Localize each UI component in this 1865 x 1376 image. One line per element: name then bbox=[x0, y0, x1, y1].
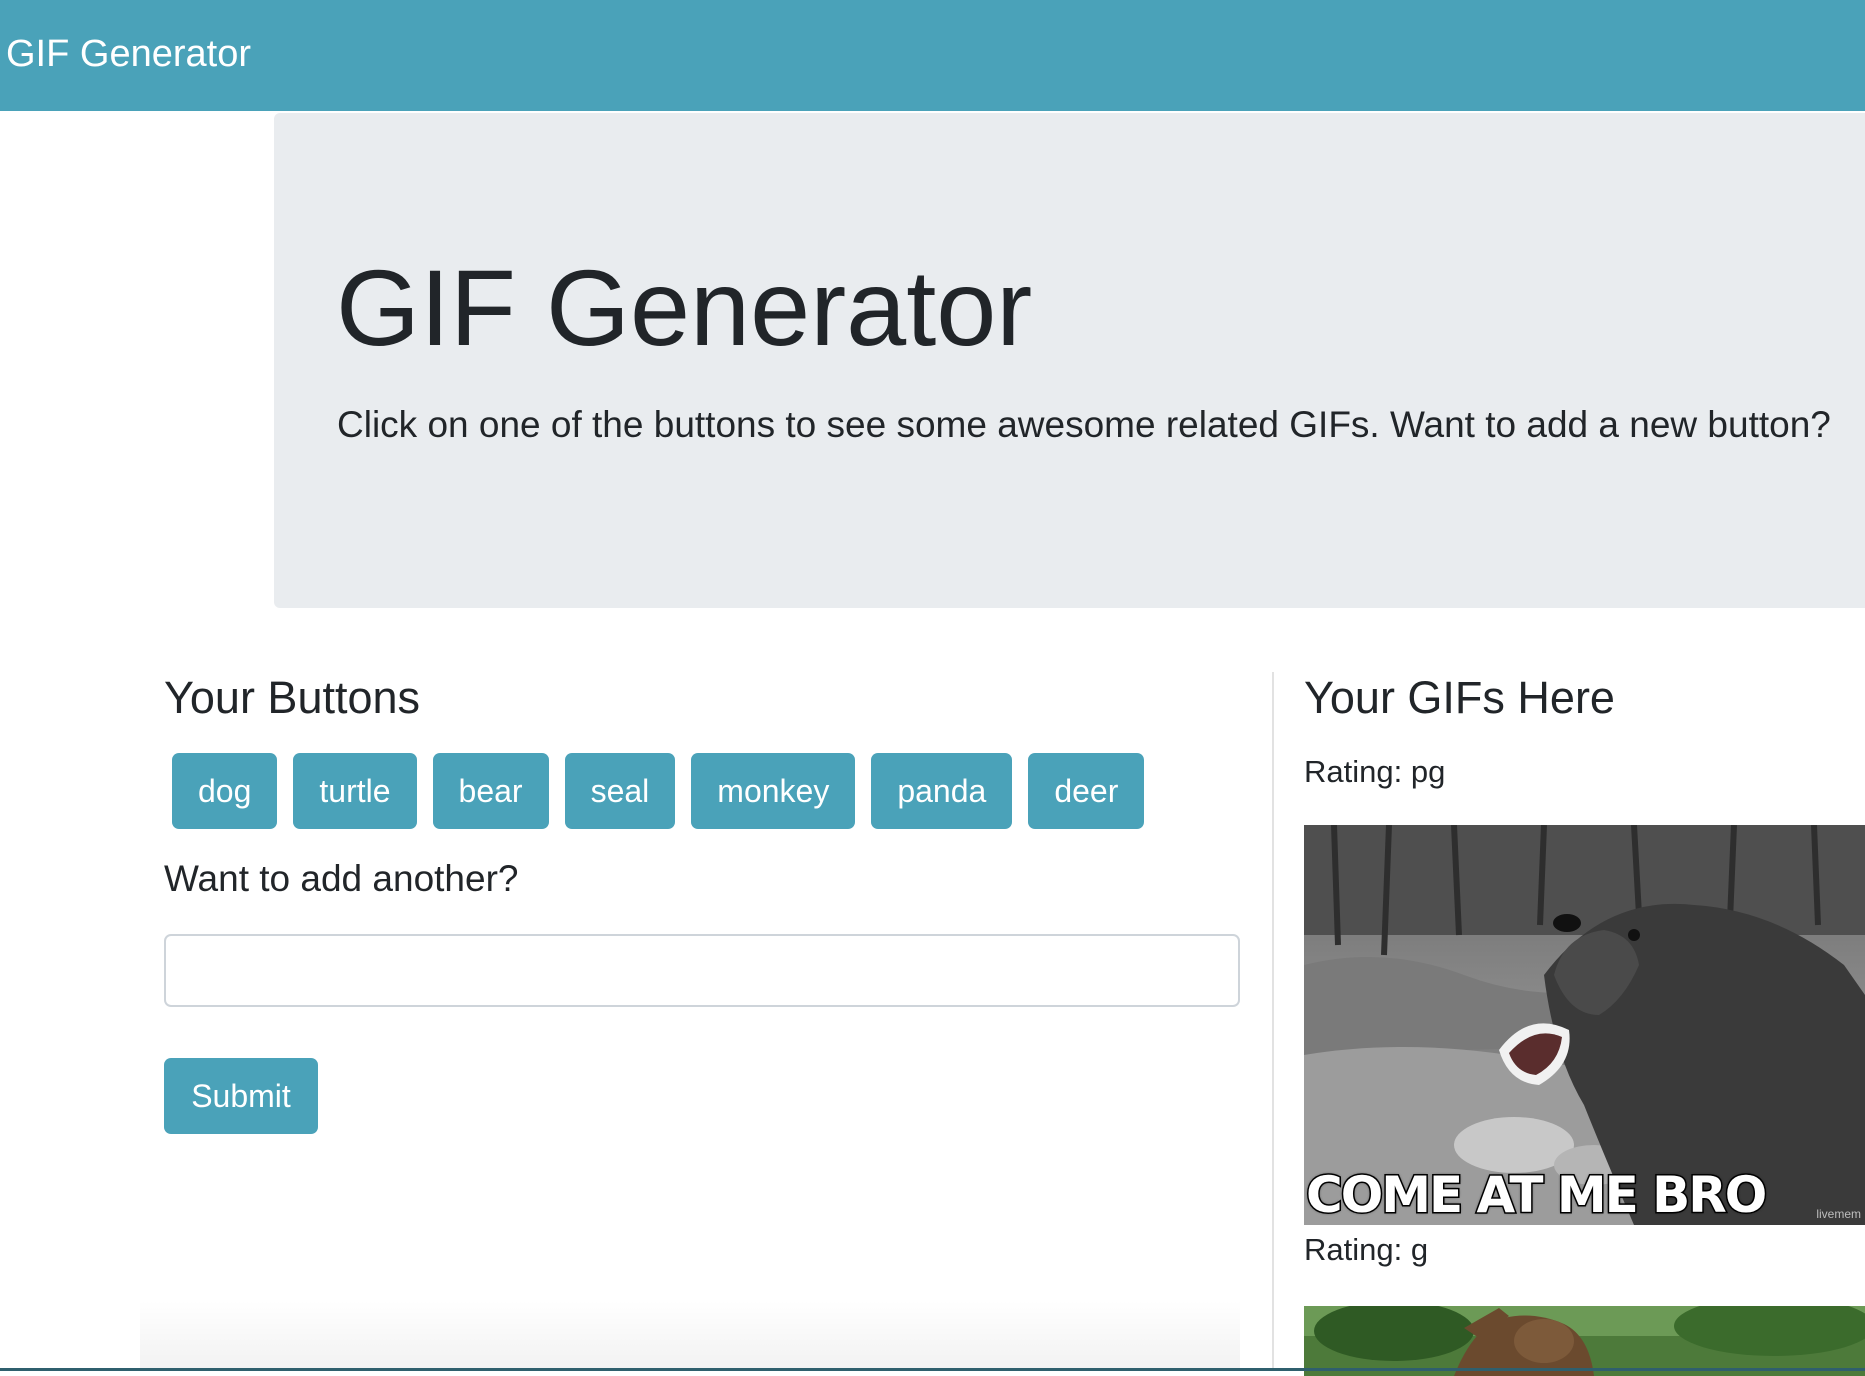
bottom-shadow bbox=[140, 1300, 1240, 1368]
gif-image-bear-2[interactable] bbox=[1304, 1306, 1865, 1376]
column-divider bbox=[1272, 672, 1274, 1371]
topic-button-turtle[interactable]: turtle bbox=[293, 753, 417, 829]
gif-rating: Rating: g bbox=[1304, 1232, 1429, 1267]
add-topic-title: Want to add another? bbox=[164, 858, 519, 899]
new-topic-input[interactable] bbox=[164, 934, 1240, 1007]
navbar-brand[interactable]: GIF Generator bbox=[6, 32, 251, 76]
gif-caption-overlay: COME AT ME BRO livemem bbox=[1304, 1165, 1865, 1225]
topic-button-bear[interactable]: bear bbox=[432, 753, 549, 829]
buttons-section-title: Your Buttons bbox=[164, 672, 421, 723]
buttons-panel: Your Buttons dog turtle bear seal monkey… bbox=[164, 670, 1242, 1134]
jumbotron: GIF Generator Click on one of the button… bbox=[274, 113, 1865, 608]
topic-button-panda[interactable]: panda bbox=[871, 753, 1013, 829]
page-title: GIF Generator bbox=[336, 247, 1033, 368]
gif-rating: Rating: pg bbox=[1304, 754, 1446, 789]
gif-image-bear[interactable]: COME AT ME BRO livemem bbox=[1304, 825, 1865, 1225]
topic-button-monkey[interactable]: monkey bbox=[691, 753, 856, 829]
submit-button[interactable]: Submit bbox=[164, 1058, 318, 1134]
gifs-panel: Your GIFs Here Rating: pg COME AT ME BRO… bbox=[1304, 670, 1865, 1376]
gif-watermark: livemem bbox=[1816, 1207, 1861, 1221]
page-lead-text: Click on one of the buttons to see some … bbox=[337, 404, 1831, 445]
gif-caption: COME AT ME BRO bbox=[1304, 1166, 1768, 1225]
topic-button-deer[interactable]: deer bbox=[1028, 753, 1145, 829]
topic-button-row: dog turtle bear seal monkey panda deer bbox=[172, 753, 1145, 829]
gifs-section-title: Your GIFs Here bbox=[1304, 672, 1615, 723]
topic-button-seal[interactable]: seal bbox=[564, 753, 676, 829]
topic-button-dog[interactable]: dog bbox=[172, 753, 278, 829]
navbar: GIF Generator bbox=[0, 0, 1865, 111]
